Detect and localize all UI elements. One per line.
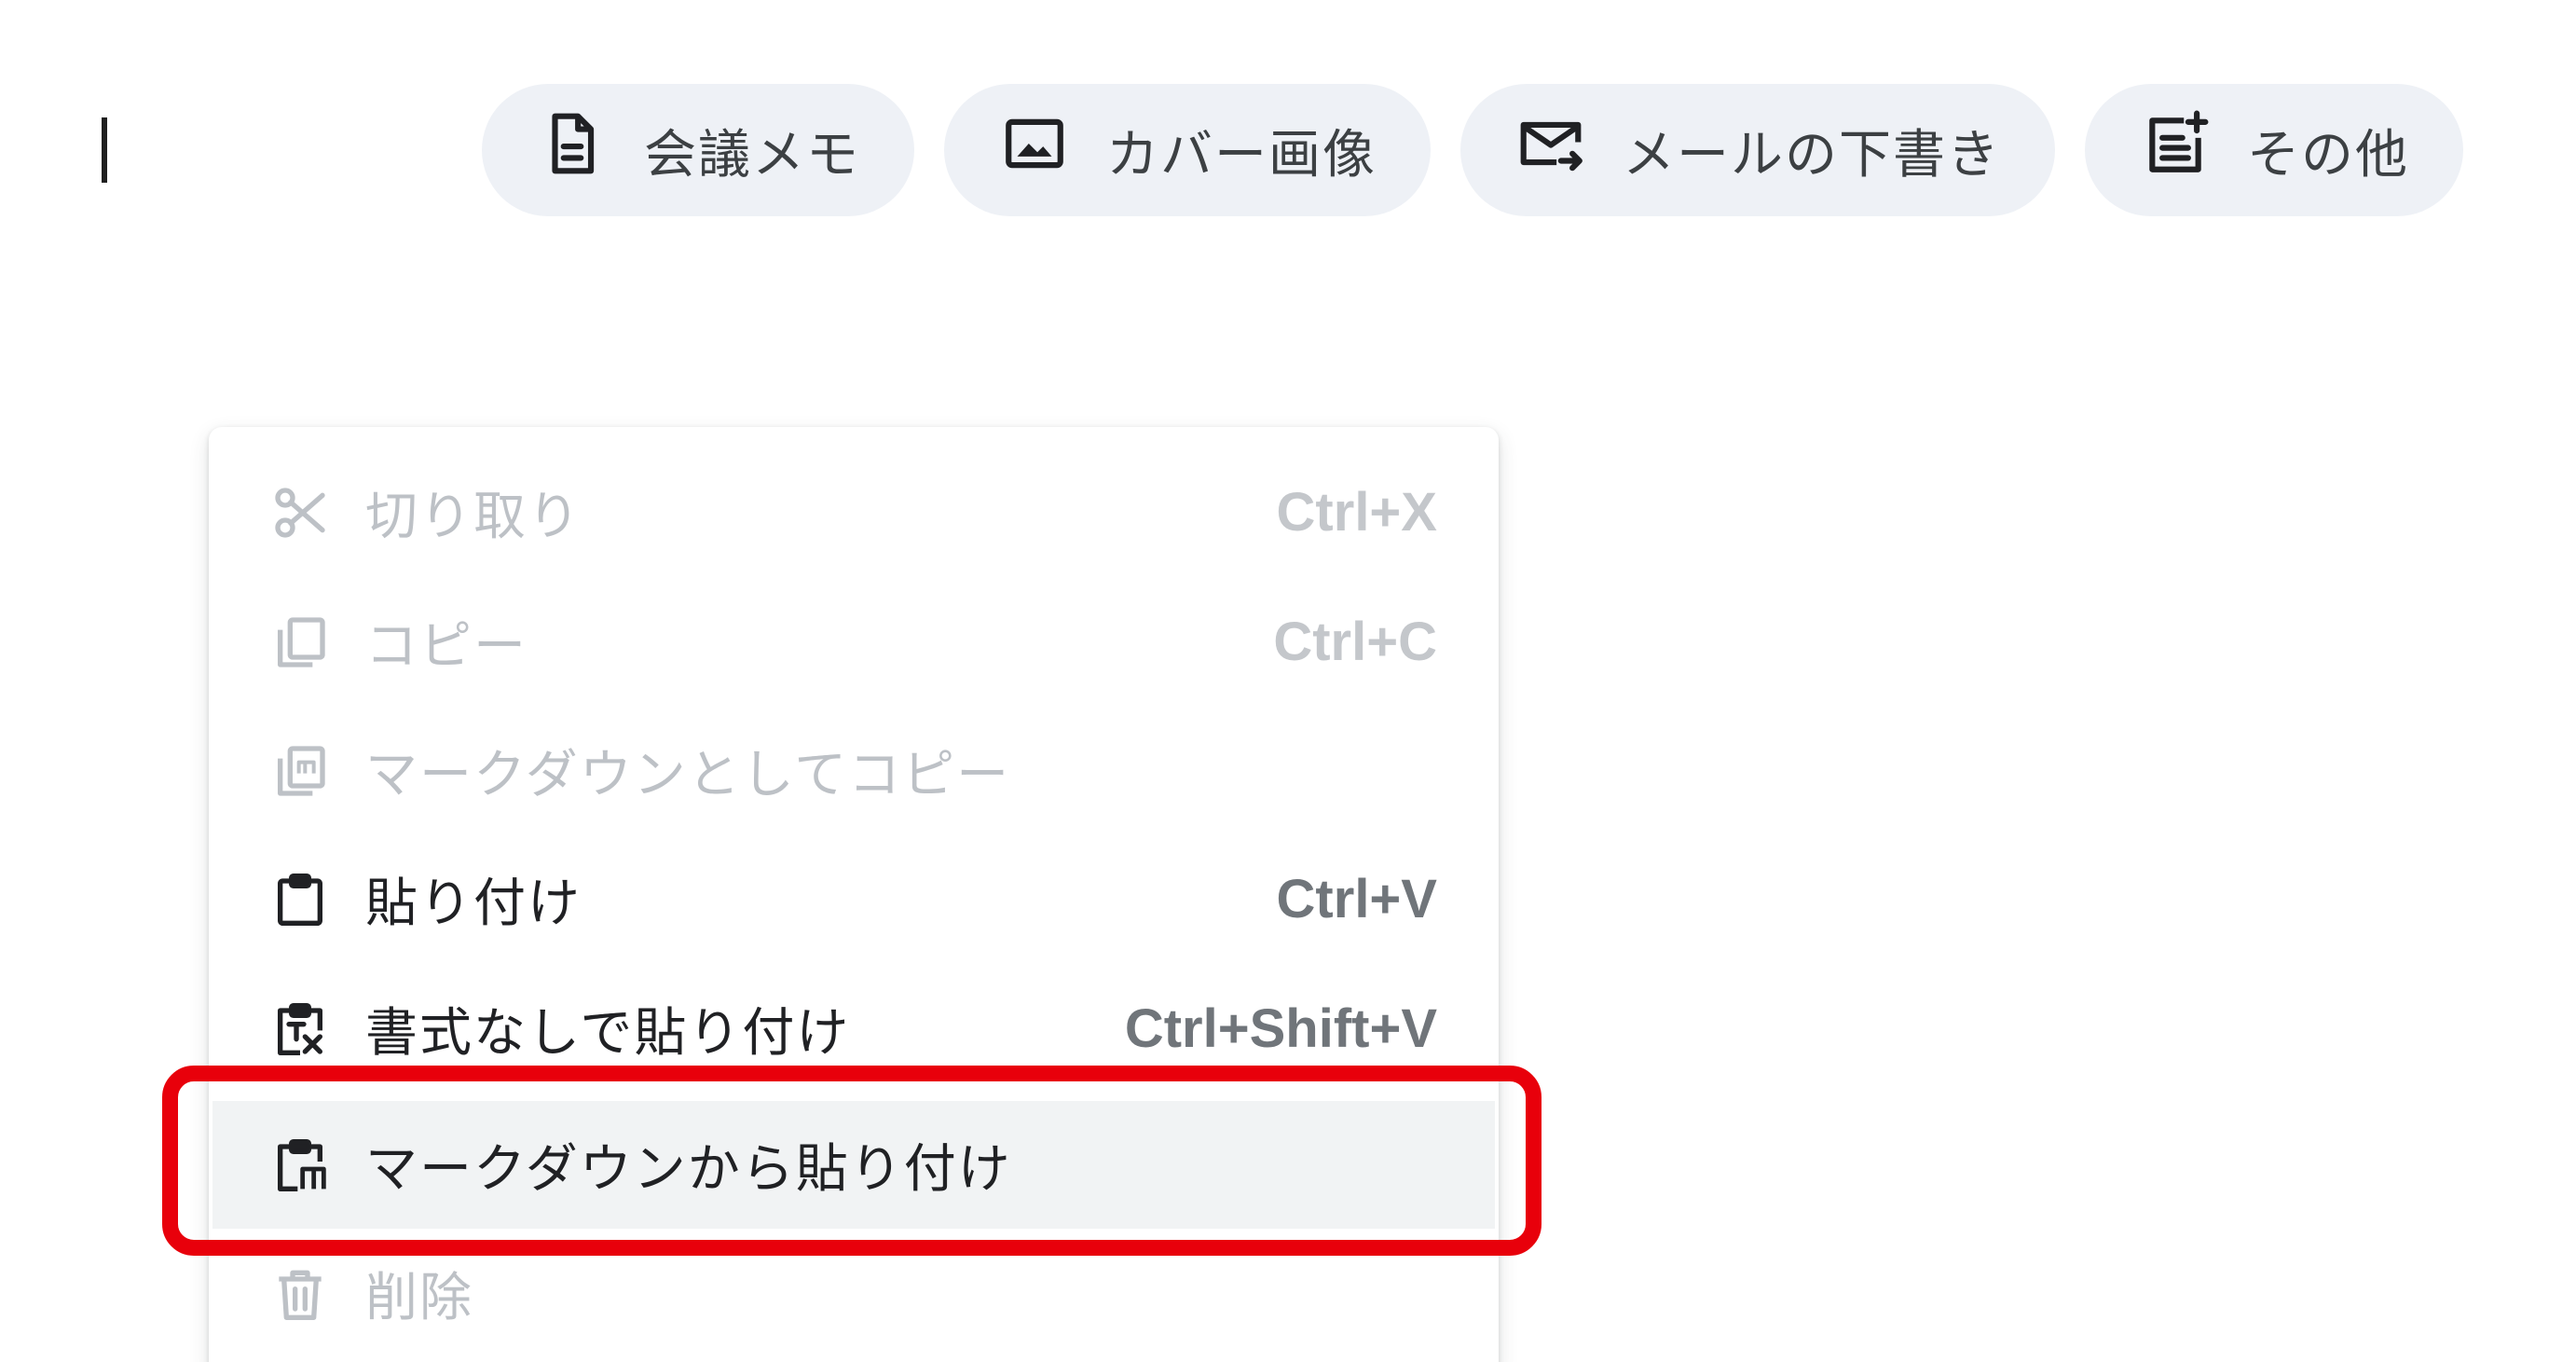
note-add-icon <box>2141 109 2210 191</box>
editor-canvas[interactable]: 会議メモ カバー画像 メールの下書き その他 切り取り Ctrl+X コピー C… <box>0 0 2576 1362</box>
chip-cover-image[interactable]: カバー画像 <box>944 84 1431 216</box>
menu-item-paste-from-markdown[interactable]: マークダウンから貼り付け <box>212 1101 1495 1229</box>
text-cursor <box>102 117 107 183</box>
menu-item-copy-as-markdown[interactable]: マークダウンとしてコピー <box>212 707 1495 834</box>
chip-label: カバー画像 <box>1106 124 1377 186</box>
menu-item-label: コピー <box>365 616 528 677</box>
copy-markdown-icon <box>270 741 330 801</box>
menu-item-label: 書式なしで貼り付け <box>365 1003 851 1064</box>
menu-item-paste[interactable]: 貼り付け Ctrl+V <box>212 835 1495 963</box>
copy-icon <box>270 612 330 672</box>
chip-meeting-notes[interactable]: 会議メモ <box>482 84 914 216</box>
clipboard-markdown-icon <box>270 1135 330 1195</box>
chip-label: メールの下書き <box>1623 124 2001 186</box>
menu-item-label: マークダウンから貼り付け <box>365 1139 1012 1200</box>
chip-label: 会議メモ <box>644 124 860 186</box>
chip-email-draft[interactable]: メールの下書き <box>1460 84 2055 216</box>
menu-item-label: マークダウンとしてコピー <box>365 745 1011 805</box>
shortcut-label: Ctrl+X <box>1276 482 1437 543</box>
chip-label: その他 <box>2247 124 2409 186</box>
shortcut-label: Ctrl+Shift+V <box>1124 998 1437 1059</box>
trash-icon <box>270 1264 330 1324</box>
document-icon <box>538 109 607 191</box>
clipboard-icon <box>270 870 330 929</box>
image-icon <box>1000 109 1069 191</box>
shortcut-label: Ctrl+C <box>1273 612 1437 672</box>
scissors-icon <box>270 483 330 543</box>
email-send-icon <box>1516 109 1585 191</box>
clipboard-clear-format-icon <box>270 999 330 1059</box>
menu-item-label: 貼り付け <box>365 874 582 934</box>
menu-item-cut[interactable]: 切り取り Ctrl+X <box>212 448 1495 576</box>
chip-more[interactable]: その他 <box>2085 84 2463 216</box>
menu-item-delete[interactable]: 削除 <box>212 1230 1495 1357</box>
menu-item-copy[interactable]: コピー Ctrl+C <box>212 578 1495 706</box>
menu-item-label: 切り取り <box>365 487 582 547</box>
context-menu: 切り取り Ctrl+X コピー Ctrl+C マークダウンとしてコピー 貼り付け… <box>209 427 1499 1362</box>
menu-item-paste-plain[interactable]: 書式なしで貼り付け Ctrl+Shift+V <box>212 965 1495 1093</box>
menu-item-label: 削除 <box>365 1268 473 1328</box>
shortcut-label: Ctrl+V <box>1276 869 1437 929</box>
suggestion-chips: 会議メモ カバー画像 メールの下書き その他 <box>482 84 2463 216</box>
